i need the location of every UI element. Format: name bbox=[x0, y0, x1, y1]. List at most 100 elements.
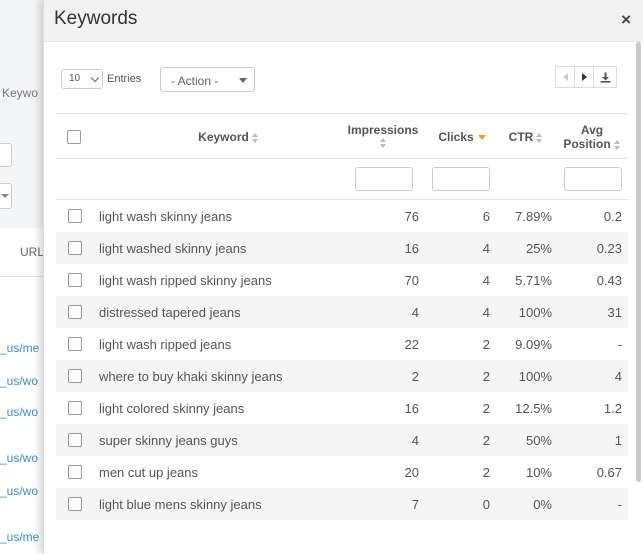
clicks-filter-input[interactable] bbox=[432, 167, 490, 191]
background-column-url: URL bbox=[20, 245, 45, 259]
impressions-cell: 4 bbox=[411, 305, 419, 320]
background-caret-icon bbox=[1, 194, 9, 198]
ctr-cell: 100% bbox=[518, 369, 552, 384]
clicks-cell: 2 bbox=[482, 337, 490, 352]
background-link: _us/wo bbox=[0, 374, 39, 388]
impressions-cell: 7 bbox=[411, 497, 419, 512]
row-checkbox[interactable] bbox=[68, 433, 82, 447]
avg-position-cell: 1 bbox=[614, 433, 622, 448]
select-all-checkbox[interactable] bbox=[67, 130, 81, 144]
column-impressions-label: Impressions bbox=[347, 123, 419, 137]
chevron-down-icon bbox=[90, 73, 100, 83]
entries-select[interactable]: 10 bbox=[61, 69, 103, 89]
close-icon[interactable]: × bbox=[621, 10, 631, 30]
column-keyword-label: Keyword bbox=[198, 130, 249, 144]
table-row: where to buy khaki skinny jeans 2 2 100%… bbox=[56, 360, 628, 392]
action-select[interactable]: - Action - bbox=[160, 67, 255, 92]
caret-down-icon bbox=[239, 78, 247, 83]
row-checkbox[interactable] bbox=[68, 209, 82, 223]
keyword-cell: men cut up jeans bbox=[99, 465, 199, 480]
impressions-cell: 22 bbox=[404, 337, 419, 352]
table-row: men cut up jeans 20 2 10% 0.67 bbox=[56, 456, 628, 488]
row-checkbox[interactable] bbox=[68, 337, 82, 351]
ctr-cell: 7.89% bbox=[515, 209, 552, 224]
clicks-cell: 2 bbox=[482, 465, 490, 480]
avg-position-cell: 0.23 bbox=[596, 241, 622, 256]
ctr-cell: 12.5% bbox=[515, 401, 552, 416]
scrollbar[interactable] bbox=[636, 42, 641, 482]
clicks-cell: 4 bbox=[482, 273, 490, 288]
keyword-cell: light wash ripped skinny jeans bbox=[99, 273, 272, 288]
table-row: light wash skinny jeans 76 6 7.89% 0.2 bbox=[56, 200, 628, 232]
background-link: _us/me bbox=[0, 341, 40, 355]
chevron-right-icon bbox=[581, 73, 587, 81]
ctr-cell: 5.71% bbox=[515, 273, 552, 288]
column-avg-position-label-line2: Position bbox=[563, 137, 611, 151]
chevron-left-icon bbox=[562, 73, 568, 81]
clicks-cell: 2 bbox=[482, 369, 490, 384]
row-checkbox[interactable] bbox=[68, 305, 82, 319]
keyword-cell: light blue mens skinny jeans bbox=[99, 497, 262, 512]
keyword-cell: light wash skinny jeans bbox=[99, 209, 232, 224]
row-checkbox[interactable] bbox=[68, 273, 82, 287]
avg-position-cell: 1.2 bbox=[603, 401, 622, 416]
row-checkbox[interactable] bbox=[68, 369, 82, 383]
column-avg-position[interactable]: Avg Position bbox=[556, 123, 628, 151]
impressions-filter-input[interactable] bbox=[355, 167, 413, 191]
keyword-cell: light colored skinny jeans bbox=[99, 401, 245, 416]
row-checkbox[interactable] bbox=[68, 497, 82, 511]
clicks-cell: 6 bbox=[482, 209, 490, 224]
impressions-cell: 76 bbox=[404, 209, 419, 224]
row-checkbox[interactable] bbox=[68, 401, 82, 415]
impressions-cell: 70 bbox=[404, 273, 419, 288]
pagination bbox=[555, 66, 617, 88]
column-keyword[interactable]: Keyword bbox=[166, 130, 291, 144]
table-row: light washed skinny jeans 16 4 25% 0.23 bbox=[56, 232, 628, 264]
previous-page-button[interactable] bbox=[555, 66, 575, 88]
next-page-button[interactable] bbox=[574, 66, 594, 88]
clicks-cell: 2 bbox=[482, 401, 490, 416]
column-clicks-label: Clicks bbox=[438, 130, 474, 144]
impressions-cell: 16 bbox=[404, 401, 419, 416]
clicks-cell: 0 bbox=[482, 497, 490, 512]
ctr-cell: 0% bbox=[533, 497, 552, 512]
sort-desc-icon bbox=[477, 135, 486, 141]
ctr-cell: 9.09% bbox=[515, 337, 552, 352]
avg-position-filter-input[interactable] bbox=[564, 167, 622, 191]
background-link: _us/wo bbox=[0, 484, 39, 498]
modal-title: Keywords bbox=[54, 8, 138, 29]
keyword-cell: super skinny jeans guys bbox=[99, 433, 238, 448]
row-checkbox[interactable] bbox=[68, 241, 82, 255]
clicks-cell: 4 bbox=[482, 305, 490, 320]
avg-position-cell: - bbox=[617, 337, 622, 352]
table-row: distressed tapered jeans 4 4 100% 31 bbox=[56, 296, 628, 328]
filter-row bbox=[56, 159, 628, 200]
row-checkbox[interactable] bbox=[68, 465, 82, 479]
impressions-cell: 2 bbox=[411, 369, 419, 384]
column-ctr[interactable]: CTR bbox=[501, 130, 551, 144]
table-row: light colored skinny jeans 16 2 12.5% 1.… bbox=[56, 392, 628, 424]
clicks-cell: 4 bbox=[482, 241, 490, 256]
column-clicks[interactable]: Clicks bbox=[434, 130, 490, 144]
avg-position-cell: 0.2 bbox=[603, 209, 622, 224]
avg-position-cell: - bbox=[617, 497, 622, 512]
sort-icon bbox=[613, 139, 621, 150]
ctr-cell: 100% bbox=[518, 305, 552, 320]
table-row: light wash ripped jeans 22 2 9.09% - bbox=[56, 328, 628, 360]
ctr-cell: 25% bbox=[525, 241, 552, 256]
keyword-cell: light washed skinny jeans bbox=[99, 241, 247, 256]
table-toolbar: 10 Entries - Action - bbox=[44, 42, 643, 112]
background-link: _us/wo bbox=[0, 405, 39, 419]
avg-position-cell: 31 bbox=[607, 305, 622, 320]
action-value: - Action - bbox=[171, 74, 219, 88]
column-impressions[interactable]: Impressions bbox=[338, 123, 428, 148]
impressions-cell: 16 bbox=[404, 241, 419, 256]
background-link: _us/wo bbox=[0, 451, 39, 465]
download-button[interactable] bbox=[593, 66, 617, 88]
table-row: light blue mens skinny jeans 7 0 0% - bbox=[56, 488, 628, 520]
table-body: light wash skinny jeans 76 6 7.89% 0.2 l… bbox=[56, 200, 628, 520]
sort-icon bbox=[379, 138, 387, 148]
column-ctr-label: CTR bbox=[508, 130, 534, 144]
sort-icon bbox=[536, 132, 543, 143]
column-avg-position-label-line1: Avg bbox=[580, 123, 604, 137]
